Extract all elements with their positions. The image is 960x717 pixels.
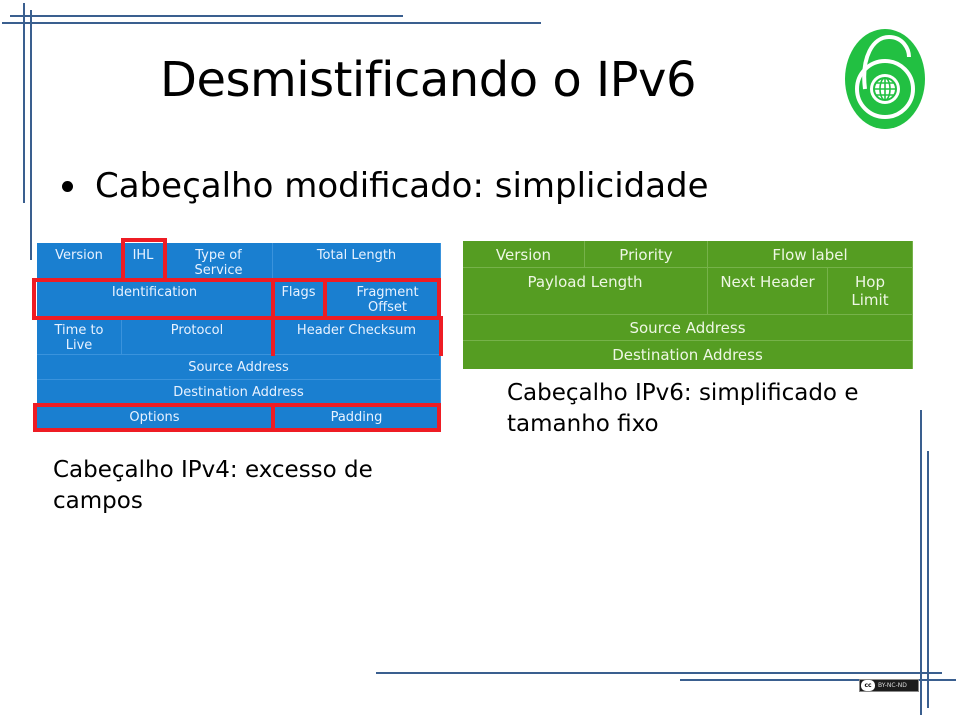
decor-line-bottom-1 bbox=[376, 672, 942, 674]
ipv6-field-destination-address: Destination Address bbox=[463, 341, 913, 369]
ipv4-field-destination-address: Destination Address bbox=[37, 380, 441, 405]
ipv4-field-protocol: Protocol bbox=[122, 318, 273, 355]
ipv6-header-table: Version Priority Flow label Payload Leng… bbox=[463, 241, 913, 369]
ipv4-field-type-of-service: Type of Service bbox=[165, 243, 273, 280]
ipv4-header-table: Version IHL Type of Service Total Length… bbox=[32, 238, 443, 432]
ipv4-field-header-checksum: Header Checksum bbox=[273, 318, 441, 355]
ipv4-field-padding: Padding bbox=[273, 405, 441, 430]
slide-title: Desmistificando o IPv6 bbox=[160, 52, 696, 108]
bullet-dot-icon bbox=[62, 180, 73, 192]
ipv6-field-payload-length: Payload Length bbox=[463, 268, 708, 315]
ipv6-field-priority: Priority bbox=[585, 241, 708, 268]
decor-line-left-1 bbox=[23, 3, 25, 203]
decor-line-top-1 bbox=[10, 15, 403, 17]
license-label: BY-NC-ND bbox=[878, 682, 907, 689]
ipv4-field-total-length: Total Length bbox=[273, 243, 441, 280]
ipv6-caption: Cabeçalho IPv6: simplificado e tamanho f… bbox=[507, 380, 859, 437]
bullet-item: Cabeçalho modificado: simplicidade bbox=[62, 166, 709, 206]
ipv6-field-next-header: Next Header bbox=[708, 268, 828, 315]
ipv4-field-flags: Flags bbox=[273, 280, 325, 318]
cc-icon: cc bbox=[861, 680, 875, 691]
ipv6-field-version: Version bbox=[463, 241, 585, 268]
ipv6-field-hop-limit: Hop Limit bbox=[828, 268, 913, 315]
ipv4-field-time-to-live: Time to Live bbox=[37, 318, 122, 355]
ipv4-field-version: Version bbox=[37, 243, 122, 280]
ipv4-field-fragment-offset: Fragment Offset bbox=[325, 280, 441, 318]
ipv4-field-identification: Identification bbox=[37, 280, 273, 318]
decor-line-top-2 bbox=[2, 22, 541, 24]
decor-line-right-1 bbox=[920, 410, 922, 715]
ipv6-lock-globe-logo-icon bbox=[845, 29, 925, 129]
ipv6-field-flow-label: Flow label bbox=[708, 241, 913, 268]
decor-line-left-2 bbox=[30, 10, 32, 260]
decor-line-right-2 bbox=[927, 451, 929, 708]
license-badge: cc BY-NC-ND bbox=[859, 679, 919, 692]
bullet-text: Cabeçalho modificado: simplicidade bbox=[95, 166, 709, 206]
ipv4-caption: Cabeçalho IPv4: excesso de campos bbox=[53, 457, 373, 514]
ipv4-field-options: Options bbox=[37, 405, 273, 430]
ipv4-field-source-address: Source Address bbox=[37, 355, 441, 380]
ipv4-field-ihl: IHL bbox=[122, 243, 165, 280]
ipv6-field-source-address: Source Address bbox=[463, 315, 913, 341]
